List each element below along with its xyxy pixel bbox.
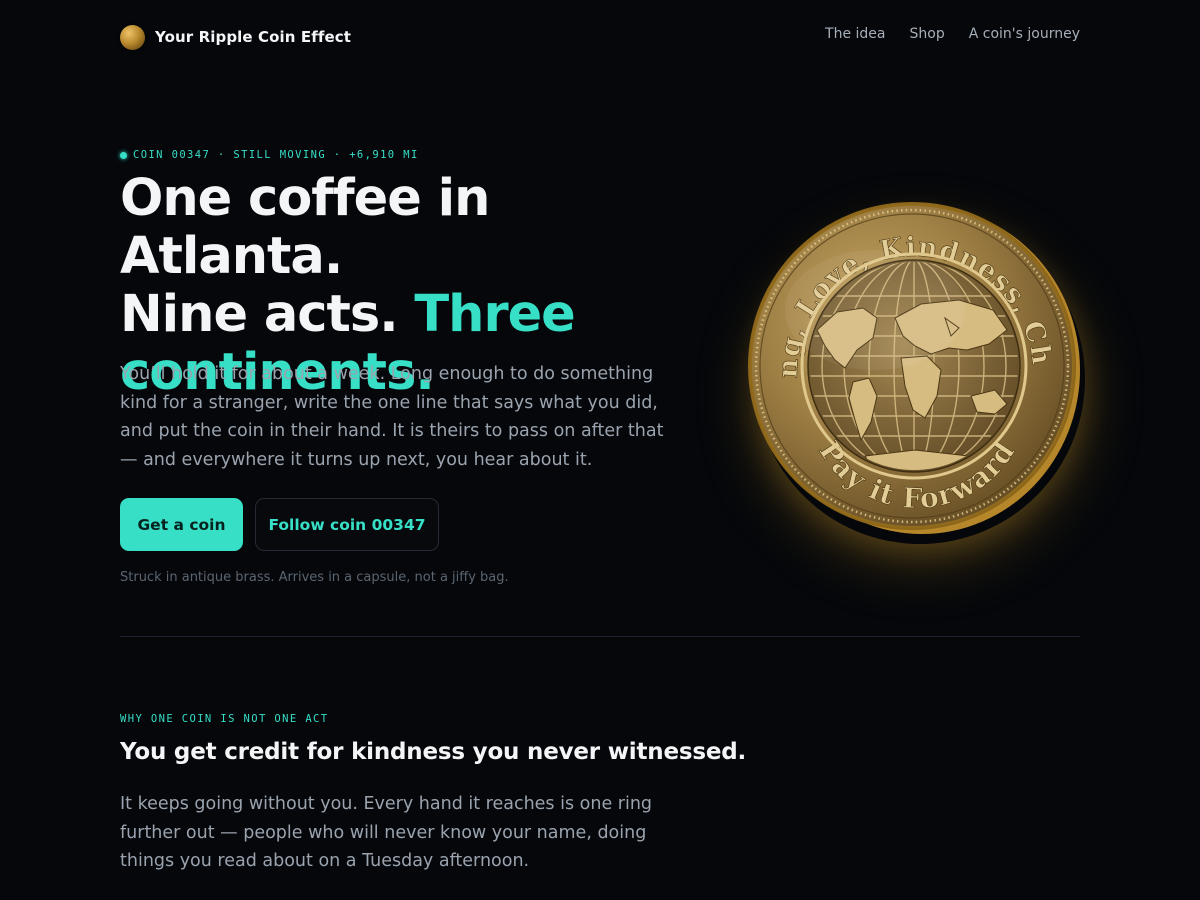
coin-status-kicker: COIN 00347 · STILL MOVING · +6,910 MI [120,149,419,161]
live-status-dot-icon [120,151,127,159]
pay-it-forward-coin-image: Giving, Love, Kindness, Charity Pay it F… [745,200,1080,534]
section-divider [120,636,1080,637]
section-title: You get credit for kindness you never wi… [120,739,747,765]
nav-link-shop[interactable]: Shop [910,26,945,42]
site-header: Your Ripple Coin Effect The idea Shop A … [120,22,1080,52]
headline-accent-1: Three [414,285,575,344]
section-body: It keeps going without you. Every hand i… [120,794,653,871]
follow-coin-button[interactable]: Follow coin 00347 [255,498,439,551]
landing-page: Your Ripple Coin Effect The idea Shop A … [0,0,1200,900]
brand-link[interactable]: Your Ripple Coin Effect [120,24,351,50]
coin-logo-icon [120,24,145,50]
headline-line-1: One coffee in Atlanta. [120,169,490,286]
main-nav: The idea Shop A coin's journey [801,26,1080,42]
coin-illustration: Giving, Love, Kindness, Charity Pay it F… [745,200,1083,538]
section-eyebrow: WHY ONE COIN IS NOT ONE ACT [120,713,329,725]
brand-name: Your Ripple Coin Effect [155,28,351,46]
shipping-note: Struck in antique brass. Arrives in a ca… [120,570,509,585]
hero-description: You’ll hold it for about a week. Long en… [120,364,664,470]
nav-link-the-idea[interactable]: The idea [825,26,885,42]
headline-line-2a: Nine acts. [120,285,399,344]
nav-link-coin-journey[interactable]: A coin's journey [969,26,1080,42]
kicker-text: COIN 00347 · STILL MOVING · +6,910 MI [133,149,419,161]
get-coin-button[interactable]: Get a coin [120,498,243,551]
